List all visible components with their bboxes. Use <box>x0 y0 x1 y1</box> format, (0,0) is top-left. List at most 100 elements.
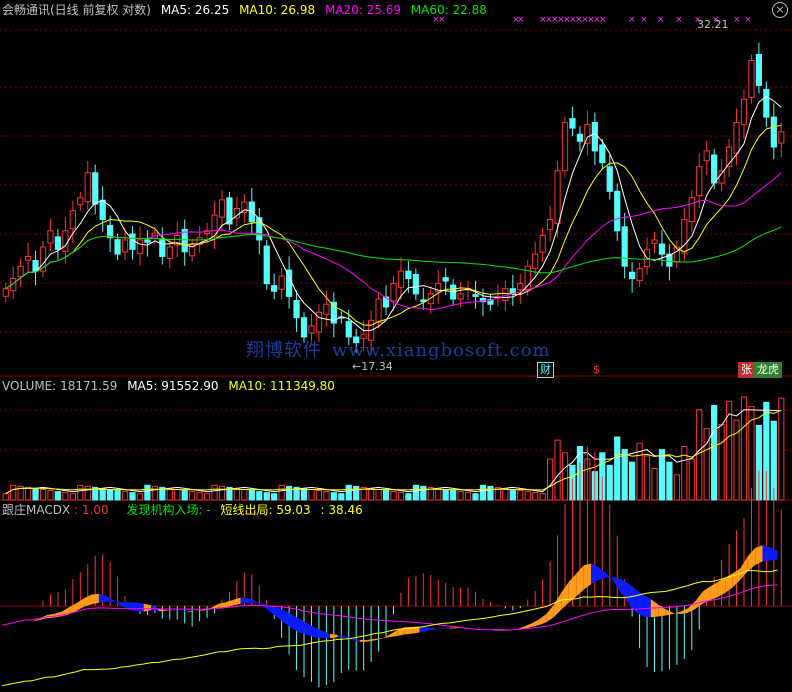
volume-bar <box>696 409 703 501</box>
volume-bar <box>330 492 337 501</box>
candle-body <box>84 172 91 203</box>
ribbon-segment <box>91 593 99 605</box>
ribbon-segment <box>2 625 10 628</box>
candle-body <box>688 197 695 223</box>
ribbon-segment <box>307 623 316 638</box>
volume-bar <box>315 490 323 501</box>
candle-body <box>144 239 151 243</box>
ribbon-segment <box>449 627 457 629</box>
volume-bar <box>539 493 546 501</box>
volume-bar <box>353 485 360 501</box>
volume-bar <box>256 491 263 501</box>
finance-tag[interactable]: 财 <box>537 362 554 378</box>
candle-body <box>323 303 330 315</box>
indicator-value2: : 38.46 <box>320 503 363 517</box>
candle-body <box>107 225 114 239</box>
candle-body <box>651 239 658 244</box>
volume-bar <box>420 485 427 501</box>
volume-bar <box>241 489 248 501</box>
candle-body <box>54 236 62 250</box>
volume-bar <box>472 493 479 501</box>
legend-volume: VOLUME: 18171.59 <box>2 379 118 393</box>
candle-body <box>405 270 412 280</box>
candle-body <box>345 321 352 338</box>
candle-body <box>614 190 621 232</box>
ribbon-segment <box>583 563 592 590</box>
ribbon-segment <box>755 545 763 566</box>
volume-bar <box>203 493 211 501</box>
ribbon-segment <box>240 597 249 604</box>
stock-chart-window: { "header": { "stock_title": "会畅通讯(日线 前复… <box>0 0 792 692</box>
exit-label: 短线出局: 59.03 <box>220 503 311 517</box>
candle-body <box>2 288 9 297</box>
volume-bar <box>517 490 524 501</box>
candle-body <box>472 294 479 297</box>
volume-bar <box>711 405 718 501</box>
candle-body <box>718 170 725 184</box>
candle-body <box>271 285 278 292</box>
volume-bar <box>39 489 47 501</box>
dragon-tiger-tag[interactable]: 龙虎 <box>754 362 782 378</box>
volume-bar <box>99 487 106 501</box>
indicator-legend: 跟庄MACDX : 1.00 发现机构入场: - 短线出局: 59.03 : 3… <box>2 502 369 518</box>
volume-bar <box>621 449 628 501</box>
volume-bar <box>778 397 785 501</box>
candle-body <box>532 253 539 269</box>
candle-body <box>136 239 144 254</box>
ribbon-segment <box>16 621 25 624</box>
candle-body <box>621 226 628 267</box>
candle-body <box>397 270 405 289</box>
volume-bar <box>77 484 84 501</box>
volume-bar <box>643 455 651 501</box>
volume-bar <box>323 491 330 501</box>
legend-ma10: MA10: 26.98 <box>239 3 316 17</box>
close-icon[interactable]: × <box>772 2 788 18</box>
volume-bar <box>248 490 255 501</box>
volume-bar <box>2 493 9 501</box>
volume-bar <box>464 492 472 501</box>
candle-body <box>502 288 509 301</box>
candle-body <box>703 150 710 162</box>
candle-body <box>658 243 666 255</box>
volume-bar <box>285 485 293 501</box>
volume-bar <box>457 491 464 501</box>
volume-bar <box>211 484 218 501</box>
volume-bar <box>129 492 136 501</box>
indicator-name: 跟庄MACDX <box>2 503 71 517</box>
watermark-cn: 翔博软件 <box>246 340 322 361</box>
candle-body <box>711 154 718 184</box>
candle-body <box>390 283 397 302</box>
ribbon-segment <box>233 597 241 606</box>
volume-bar <box>121 491 129 501</box>
ribbon-segment <box>762 545 771 562</box>
candle-body <box>576 133 584 142</box>
volume-bar <box>740 396 748 501</box>
volume-bar <box>450 490 457 501</box>
candle-body <box>114 239 121 255</box>
dollar-tag[interactable]: $ <box>590 362 603 378</box>
indicator-value: : 1.00 <box>74 503 109 517</box>
candle-body <box>77 197 84 206</box>
volume-bar <box>561 452 569 501</box>
ribbon-segment <box>441 627 450 629</box>
volume-bar <box>606 464 613 501</box>
signal-marker: × <box>517 15 525 25</box>
candle-body <box>561 122 569 172</box>
volume-bar <box>47 490 54 501</box>
ribbon-segment <box>538 613 547 626</box>
ribbon-segment <box>643 594 651 618</box>
limit-up-tag[interactable]: 张 <box>738 362 755 378</box>
volume-bar <box>390 491 397 501</box>
candle-body <box>375 298 382 323</box>
legend-ma5: MA5: 26.25 <box>160 3 230 17</box>
ribbon-segment <box>128 602 137 612</box>
ribbon-segment <box>770 547 778 561</box>
candle-body <box>636 268 643 282</box>
candle-body <box>24 256 32 261</box>
candle-body <box>546 219 554 230</box>
candle-body <box>47 230 54 244</box>
candle-body <box>121 239 129 253</box>
watermark: 翔博软件 www.xiangbosoft.com <box>246 336 561 362</box>
volume-bar <box>382 490 390 501</box>
volume-bar <box>196 492 203 501</box>
